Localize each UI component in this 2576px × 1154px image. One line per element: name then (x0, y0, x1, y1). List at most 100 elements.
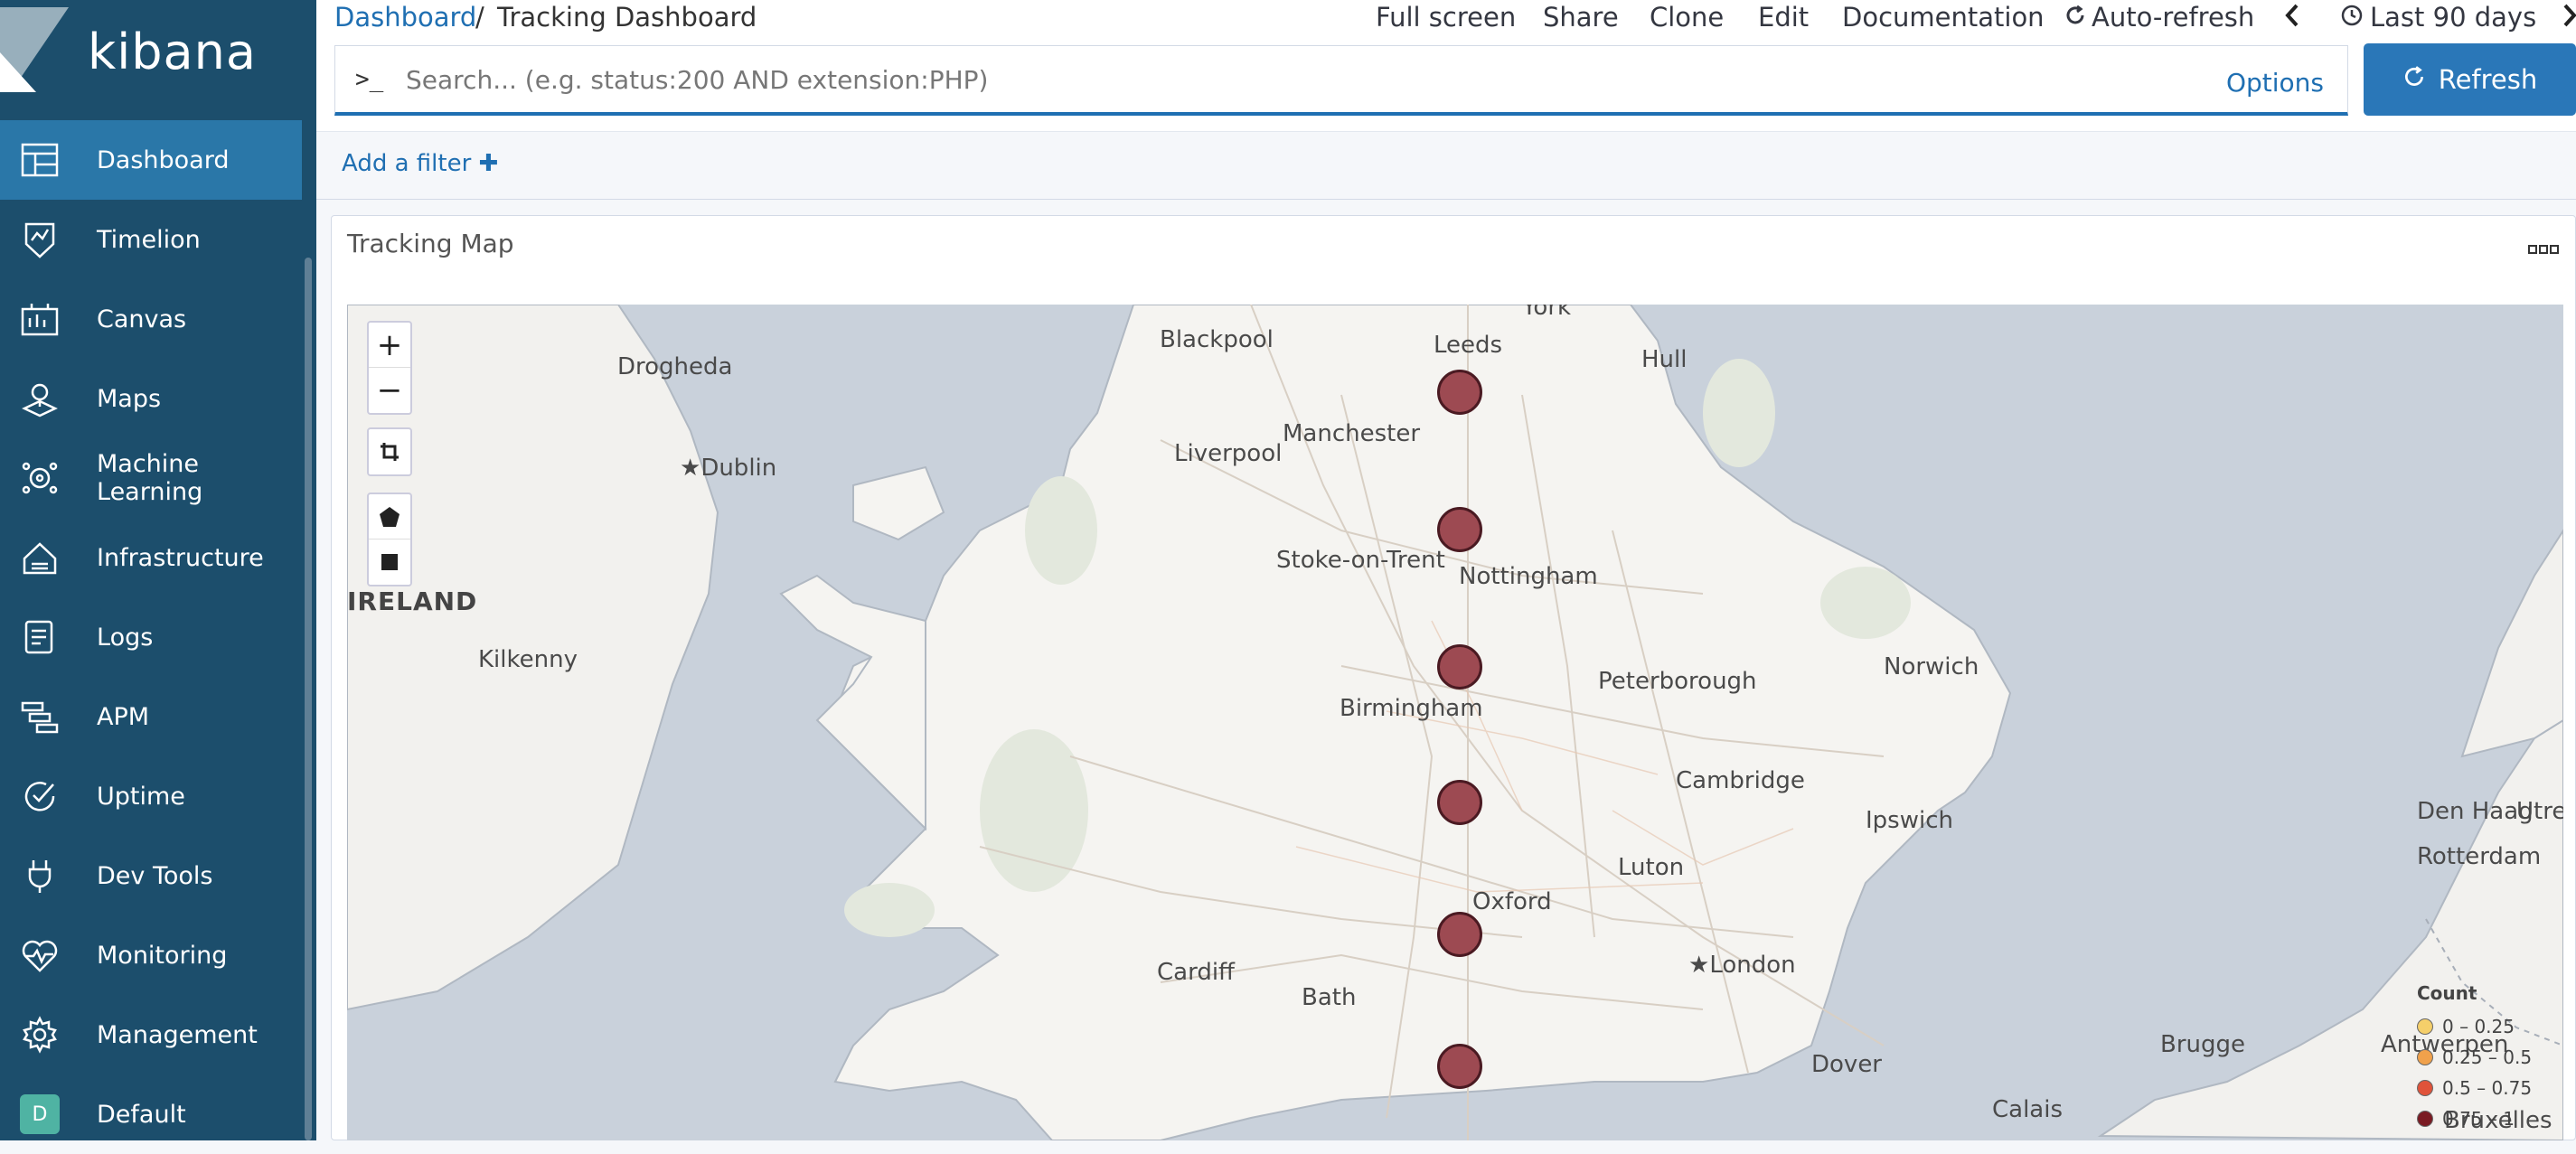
map-label: ★London (1688, 952, 1796, 979)
sidebar-item-maps[interactable]: Maps (0, 359, 302, 438)
map-label: Drogheda (617, 353, 733, 380)
map-label: Utre (2516, 798, 2563, 825)
map-label: Bath (1302, 984, 1357, 1011)
legend-item: 0.5 – 0.75 (2417, 1073, 2562, 1103)
share-link[interactable]: Share (1543, 2, 1619, 33)
full-screen-link[interactable]: Full screen (1376, 2, 1516, 33)
map-label: Norwich (1884, 653, 1979, 680)
dev-tools-icon (20, 856, 60, 896)
zoom-in-button[interactable]: + (369, 323, 410, 368)
sidebar-item-machine-learning[interactable]: Machine Learning (0, 438, 302, 518)
gear-icon (20, 1015, 60, 1055)
fit-data-bounds-button[interactable] (369, 429, 410, 474)
time-picker[interactable]: Last 90 days (2341, 2, 2536, 33)
sidebar-item-infrastructure[interactable]: Infrastructure (0, 518, 302, 597)
legend-label: 0.25 – 0.5 (2442, 1046, 2533, 1068)
sidebar-item-label: APM (97, 702, 150, 731)
add-filter-button[interactable]: Add a filter ✚ (342, 150, 498, 177)
draw-rectangle-button[interactable] (369, 539, 410, 585)
map-label: Birmingham (1340, 695, 1483, 722)
search-input[interactable] (406, 55, 2123, 104)
options-button[interactable]: Options (2226, 68, 2324, 98)
canvas-icon (20, 299, 60, 339)
breadcrumb-dashboard[interactable]: Dashboard (334, 2, 476, 33)
sidebar-item-default-space[interactable]: D Default (0, 1074, 302, 1154)
map-label: Manchester (1283, 420, 1421, 447)
map-label: Ipswich (1866, 807, 1953, 834)
legend-item: 0.75 – 1 (2417, 1103, 2562, 1134)
map-label: Hull (1641, 346, 1688, 373)
sidebar-item-management[interactable]: Management (0, 995, 302, 1074)
sidebar-item-label: Dev Tools (97, 861, 213, 890)
sidebar-item-logs[interactable]: Logs (0, 597, 302, 677)
sidebar-item-timelion[interactable]: Timelion (0, 200, 302, 279)
map-label: Liverpool (1174, 440, 1283, 467)
top-nav: Dashboard / Tracking Dashboard Full scre… (316, 0, 2576, 38)
edit-link[interactable]: Edit (1758, 2, 1809, 33)
legend-swatch (2417, 1080, 2433, 1096)
previous-time-button[interactable] (2283, 2, 2301, 35)
map-marker[interactable] (1437, 644, 1482, 690)
app-name: kibana (88, 23, 257, 80)
sidebar-item-dev-tools[interactable]: Dev Tools (0, 836, 302, 915)
zoom-control: + − (367, 321, 412, 415)
map-label: Stoke-on-Trent (1276, 547, 1445, 574)
sidebar-item-label: Uptime (97, 782, 185, 811)
map-label: Dover (1811, 1051, 1882, 1078)
sidebar-item-label: Management (97, 1020, 258, 1049)
legend-item: 0.25 – 0.5 (2417, 1042, 2562, 1073)
panel-options-menu[interactable] (2528, 238, 2559, 260)
map-marker[interactable] (1437, 370, 1482, 415)
map-label: Oxford (1472, 888, 1552, 915)
polygon-icon (380, 506, 400, 527)
refresh-label: Refresh (2438, 64, 2538, 95)
space-avatar: D (20, 1094, 60, 1134)
dashboard-icon (20, 140, 60, 180)
sidebar-item-apm[interactable]: APM (0, 677, 302, 756)
legend-title: Count (2417, 982, 2477, 1004)
map-label: Rotterdam (2417, 843, 2542, 870)
sidebar: kibana Dashboard Timelion Canvas Maps Ma… (0, 0, 316, 1140)
refresh-icon (2064, 2, 2086, 33)
sidebar-scrollbar[interactable] (305, 258, 312, 1140)
next-time-button[interactable] (2562, 2, 2576, 35)
zoom-out-button[interactable]: − (369, 368, 410, 413)
sidebar-item-label: Infrastructure (97, 543, 264, 572)
sidebar-item-canvas[interactable]: Canvas (0, 279, 302, 359)
chevron-left-icon (2285, 4, 2299, 27)
tracking-map[interactable]: York Leeds Hull Blackpool Drogheda Manch… (347, 305, 2563, 1140)
map-label: Leeds (1434, 332, 1503, 359)
draw-polygon-button[interactable] (369, 494, 410, 539)
map-marker[interactable] (1437, 1044, 1482, 1089)
map-label: ★Dublin (680, 455, 777, 482)
map-marker[interactable] (1437, 912, 1482, 957)
kibana-logo[interactable]: kibana (0, 0, 316, 116)
plus-icon: ✚ (478, 150, 499, 177)
map-marker[interactable] (1437, 507, 1482, 552)
sidebar-item-uptime[interactable]: Uptime (0, 756, 302, 836)
add-filter-label: Add a filter (342, 150, 472, 177)
legend-swatch (2417, 1111, 2433, 1127)
crop-icon (381, 443, 399, 461)
map-label: Brugge (2160, 1031, 2246, 1058)
clone-link[interactable]: Clone (1650, 2, 1724, 33)
query-language-prompt[interactable]: >_ (355, 66, 383, 93)
more-options-icon (2528, 245, 2559, 254)
legend-label: 0 – 0.25 (2442, 1016, 2515, 1037)
rectangle-icon (381, 554, 398, 570)
timelion-icon (20, 220, 60, 259)
auto-refresh-button[interactable]: Auto-refresh (2064, 2, 2254, 33)
map-label: IRELAND (347, 586, 478, 616)
refresh-button[interactable]: Refresh (2364, 43, 2576, 116)
sidebar-item-dashboard[interactable]: Dashboard (0, 120, 302, 200)
sidebar-item-label: Dashboard (97, 145, 230, 174)
map-basemap (347, 305, 2563, 1140)
space-badge: D (20, 1094, 60, 1134)
sidebar-item-monitoring[interactable]: Monitoring (0, 915, 302, 995)
chevron-right-icon (2563, 4, 2576, 27)
legend-swatch (2417, 1049, 2433, 1065)
map-label: Blackpool (1160, 326, 1274, 353)
documentation-link[interactable]: Documentation (1842, 2, 2045, 33)
sidebar-item-label: Canvas (97, 305, 187, 333)
map-marker[interactable] (1437, 780, 1482, 825)
